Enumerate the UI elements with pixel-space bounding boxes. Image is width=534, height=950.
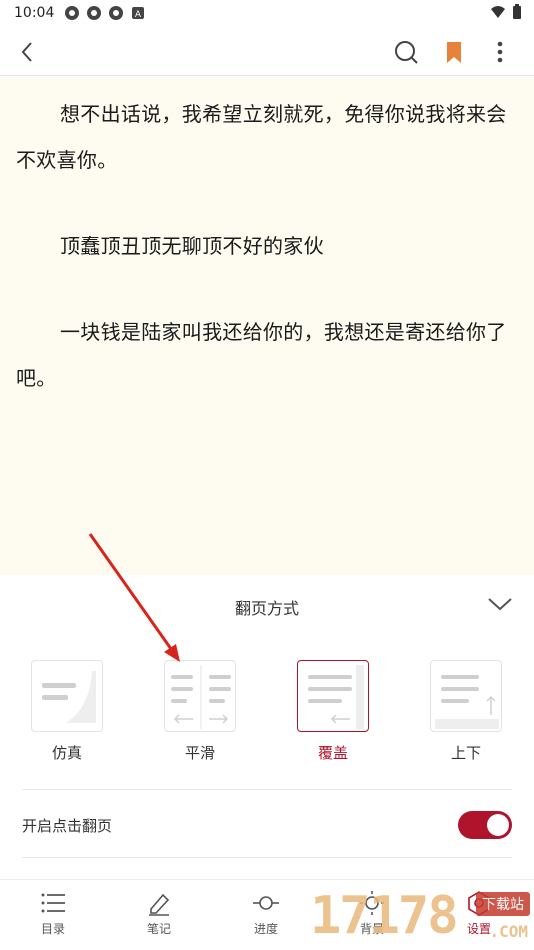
a-box-icon: A bbox=[132, 7, 144, 20]
toggle-knob bbox=[487, 814, 509, 836]
paragraph: 顶蠢顶丑顶无聊顶不好的家伙 bbox=[60, 234, 324, 258]
nav-label: 进度 bbox=[253, 922, 278, 936]
chevron-down-icon[interactable] bbox=[486, 593, 514, 615]
aperture-icon bbox=[109, 6, 123, 20]
tap-to-turn-label: 开启点击翻页 bbox=[22, 817, 113, 835]
watermark-badge: 下载站 bbox=[476, 892, 530, 916]
aperture-icon bbox=[65, 6, 79, 20]
reader-content[interactable]: 想不出话说，我希望立刻就死，免得你说我将来会不欢喜你。 顶蠢顶丑顶无聊顶不好的家… bbox=[0, 77, 534, 575]
progress-icon bbox=[253, 896, 279, 910]
wifi-icon bbox=[491, 6, 505, 18]
mode-vertical[interactable]: 上下 bbox=[430, 660, 502, 763]
battery-icon bbox=[513, 4, 521, 19]
mode-card[interactable] bbox=[430, 660, 502, 732]
mode-card[interactable] bbox=[31, 660, 103, 732]
notification-icons: A bbox=[64, 5, 146, 21]
nav-label: 笔记 bbox=[146, 922, 171, 936]
divider bbox=[22, 789, 512, 790]
mode-label: 仿真 bbox=[51, 744, 82, 762]
mode-simulation[interactable]: 仿真 bbox=[31, 660, 103, 763]
watermark-suffix: .COM bbox=[489, 922, 528, 941]
page-curl-icon bbox=[42, 671, 96, 723]
tap-to-turn-toggle[interactable] bbox=[458, 811, 512, 839]
bookmark-icon[interactable] bbox=[440, 38, 468, 66]
aperture-icon bbox=[87, 6, 101, 20]
mode-label: 上下 bbox=[450, 744, 481, 762]
nav-item-progress[interactable]: 进度 bbox=[231, 890, 301, 937]
list-icon bbox=[41, 893, 65, 913]
nav-item-notes[interactable]: 笔记 bbox=[124, 890, 194, 937]
status-bar: 10:04 A bbox=[0, 0, 534, 28]
mode-slide[interactable]: 平滑 bbox=[164, 660, 236, 763]
svg-text:A: A bbox=[135, 10, 142, 20]
paragraph: 想不出话说，我希望立刻就死，免得你说我将来会不欢喜你。 bbox=[16, 102, 507, 172]
mode-label: 平滑 bbox=[184, 744, 215, 762]
cover-pages-icon bbox=[308, 665, 364, 729]
slide-pages-icon bbox=[171, 665, 231, 729]
watermark-number: 17178 bbox=[310, 886, 459, 946]
paragraph: 一块钱是陆家叫我还给你的，我想还是寄还给你了吧。 bbox=[16, 320, 507, 390]
divider bbox=[22, 857, 512, 858]
status-right bbox=[490, 4, 522, 20]
status-time: 10:04 bbox=[14, 5, 55, 21]
mode-card-selected[interactable] bbox=[297, 660, 369, 732]
annotation-arrow bbox=[88, 533, 180, 662]
back-arrow-icon[interactable] bbox=[14, 38, 42, 66]
pencil-icon bbox=[149, 893, 170, 916]
site-watermark: 17178 下载站 .COM bbox=[308, 884, 534, 950]
search-icon[interactable] bbox=[392, 38, 420, 66]
mode-cover[interactable]: 覆盖 bbox=[297, 660, 369, 763]
mode-label: 覆盖 bbox=[317, 744, 348, 762]
more-vert-icon[interactable] bbox=[486, 38, 514, 66]
vertical-scroll-icon bbox=[435, 675, 499, 729]
nav-label: 目录 bbox=[40, 922, 65, 936]
nav-item-toc[interactable]: 目录 bbox=[18, 890, 88, 937]
mode-card[interactable] bbox=[164, 660, 236, 732]
reader-top-bar bbox=[0, 28, 534, 76]
